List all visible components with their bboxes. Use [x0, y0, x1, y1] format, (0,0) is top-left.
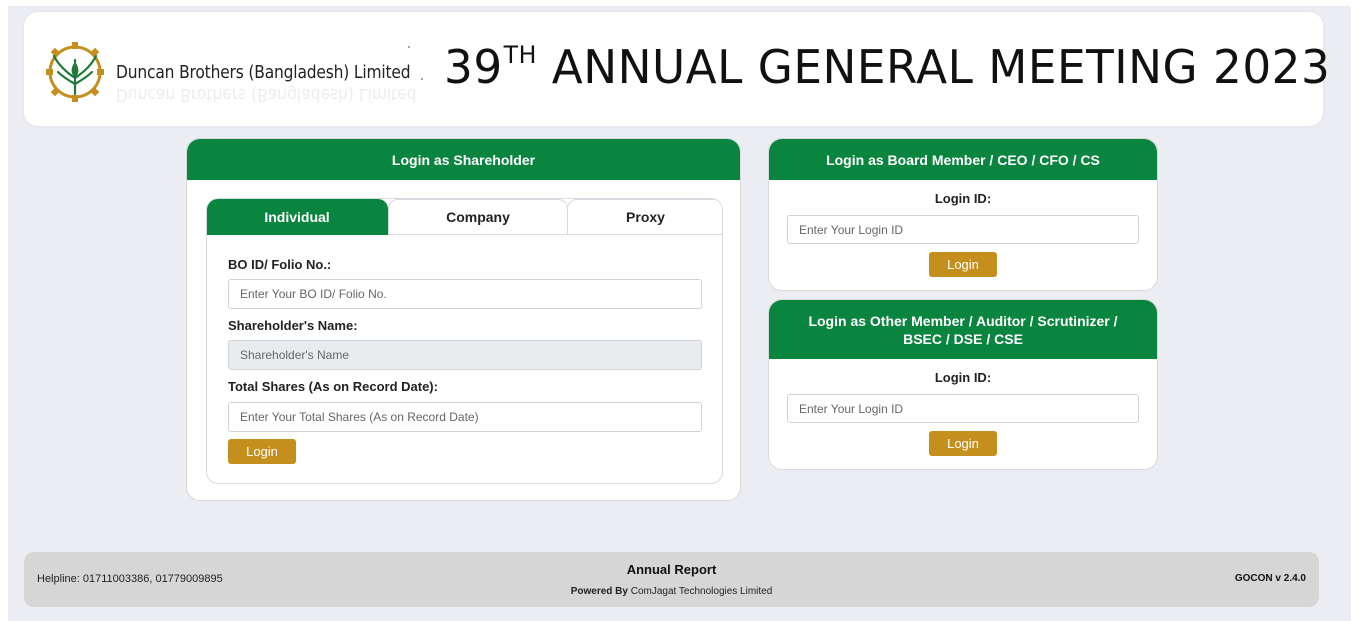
- company-logo-icon: [46, 42, 104, 102]
- board-login-card: Login as Board Member / CEO / CFO / CS L…: [768, 138, 1158, 291]
- bo-id-input[interactable]: [228, 279, 702, 309]
- shareholder-login-button[interactable]: Login: [228, 439, 296, 464]
- powered-by-company: ComJagat Technologies Limited: [630, 586, 773, 597]
- other-login-heading: Login as Other Member / Auditor / Scruti…: [769, 300, 1157, 359]
- page-title: 39TH ANNUAL GENERAL MEETING 2023: [444, 40, 1330, 94]
- other-login-id-input[interactable]: [787, 394, 1139, 423]
- decorative-dot: [408, 46, 410, 48]
- tab-individual[interactable]: Individual: [207, 199, 388, 235]
- total-shares-input[interactable]: [228, 402, 702, 432]
- title-text: ANNUAL GENERAL MEETING 2023: [551, 40, 1331, 94]
- powered-by-label: Powered By: [570, 586, 628, 597]
- company-name-reflection: Duncan Brothers (Bangladesh) Limited: [116, 84, 417, 105]
- header-banner: Duncan Brothers (Bangladesh) Limited Dun…: [24, 12, 1330, 126]
- powered-by: Powered By ComJagat Technologies Limited: [24, 586, 1319, 597]
- shareholder-name-input: [228, 340, 702, 370]
- annual-report-link[interactable]: Annual Report: [24, 562, 1319, 577]
- other-login-id-label: Login ID:: [934, 370, 992, 385]
- company-name: Duncan Brothers (Bangladesh) Limited: [116, 62, 411, 83]
- version-label: GOCON v 2.4.0: [1234, 573, 1306, 584]
- board-login-button[interactable]: Login: [929, 252, 997, 277]
- decorative-dot: [421, 78, 423, 80]
- bo-id-label: BO ID/ Folio No.:: [228, 257, 332, 272]
- footer-bar: Helpline: 01711003386, 01779009895 Annua…: [24, 552, 1319, 607]
- shareholder-name-label: Shareholder's Name:: [228, 318, 358, 333]
- tab-company[interactable]: Company: [388, 199, 568, 235]
- other-login-card: Login as Other Member / Auditor / Scruti…: [768, 299, 1158, 470]
- board-login-heading: Login as Board Member / CEO / CFO / CS: [769, 139, 1157, 180]
- title-ordinal-suffix: TH: [503, 41, 537, 69]
- other-login-button[interactable]: Login: [929, 431, 997, 456]
- total-shares-label: Total Shares (As on Record Date):: [228, 379, 438, 394]
- board-login-id-label: Login ID:: [934, 191, 992, 206]
- title-number: 39: [444, 40, 503, 94]
- shareholder-login-heading: Login as Shareholder: [187, 139, 740, 180]
- shareholder-login-card: Login as Shareholder Individual Company …: [186, 138, 741, 501]
- tab-proxy[interactable]: Proxy: [567, 199, 722, 235]
- board-login-id-input[interactable]: [787, 215, 1139, 244]
- shareholder-tabs-panel: Individual Company Proxy BO ID/ Folio No…: [206, 198, 723, 484]
